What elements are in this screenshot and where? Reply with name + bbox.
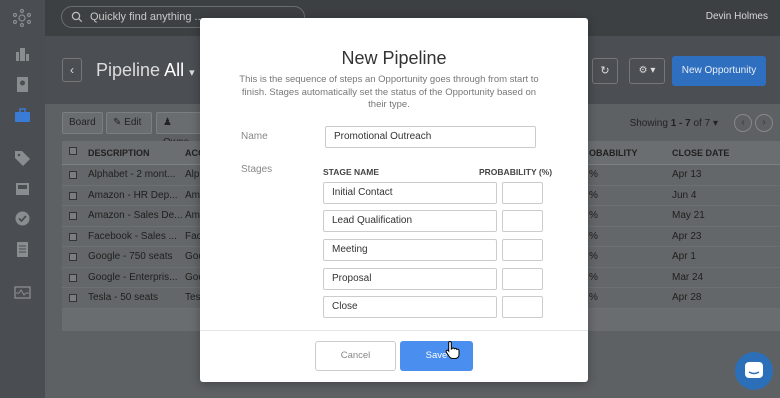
probability-header: PROBABILITY (%) (479, 167, 553, 177)
back-button[interactable]: ‹ (62, 58, 82, 82)
document-list-icon[interactable] (14, 241, 31, 258)
pagination-info: Showing 1 - 7 of 7 ▾ (629, 118, 718, 129)
row-probability: % (589, 271, 598, 283)
stage-name-header: STAGE NAME (323, 167, 380, 177)
refresh-button[interactable]: ↻ (592, 58, 618, 84)
showing-total: 7 (704, 118, 711, 129)
row-checkbox[interactable] (69, 273, 77, 282)
chevron-right-icon: › (762, 117, 766, 128)
row-probability: % (589, 251, 598, 262)
stage-name-input[interactable]: Initial Contact (323, 182, 497, 204)
chevron-down-icon: ▾ (189, 67, 195, 79)
row-checkbox[interactable] (69, 171, 77, 179)
row-probability: % (589, 210, 598, 221)
stages-label: Stages (241, 164, 273, 175)
row-checkbox[interactable] (69, 294, 77, 302)
stage-name-input[interactable]: Meeting (323, 239, 497, 261)
row-checkbox[interactable] (69, 191, 77, 200)
pencil-icon: ✎ (113, 117, 122, 128)
edit-button[interactable]: ✎ Edit (106, 112, 152, 134)
row-account[interactable]: Am (185, 190, 200, 201)
row-close-date: Apr 1 (672, 251, 696, 262)
user-icon: ♟ (163, 117, 172, 128)
new-opportunity-button[interactable]: New Opportunity (672, 56, 766, 86)
contact-card-icon[interactable] (14, 76, 31, 93)
user-name[interactable]: Devin Holmes (706, 11, 768, 22)
chat-icon (745, 362, 763, 378)
row-account[interactable]: Alp (185, 169, 199, 180)
row-close-date: Apr 13 (672, 169, 702, 180)
chevron-left-icon: ‹ (70, 63, 74, 77)
probability-input[interactable] (502, 296, 543, 318)
row-close-date: Jun 4 (672, 189, 697, 201)
showing-of: of (693, 118, 702, 129)
cancel-button[interactable]: Cancel (315, 341, 396, 371)
row-close-date: Mar 24 (672, 271, 704, 283)
modal-footer: Cancel Save (200, 330, 588, 382)
row-checkbox[interactable] (69, 212, 77, 220)
tag-icon[interactable] (14, 150, 31, 167)
row-close-date: Apr 23 (672, 230, 702, 242)
pipeline-selector[interactable]: Pipeline All ▾ (96, 60, 195, 81)
row-description[interactable]: Amazon - Sales De... (88, 210, 182, 221)
edit-label: Edit (124, 117, 142, 128)
modal-description: This is the sequence of steps an Opportu… (239, 74, 539, 110)
column-header[interactable]: OBABILITY (589, 148, 638, 158)
modal-title: New Pipeline (341, 48, 447, 68)
pipeline-title-value: All (164, 60, 185, 80)
activity-icon[interactable] (14, 284, 31, 301)
buildings-icon[interactable] (14, 45, 31, 62)
row-probability: % (589, 230, 598, 242)
row-checkbox[interactable] (69, 232, 77, 241)
settings-button[interactable]: ⚙ ▾ (629, 58, 665, 84)
row-description[interactable]: Tesla - 50 seats (88, 292, 158, 303)
prev-page-button[interactable]: ‹ (734, 114, 752, 132)
new-pipeline-modal: New Pipeline This is the sequence of ste… (200, 18, 588, 382)
column-header[interactable]: DESCRIPTION (88, 148, 150, 158)
inbox-icon[interactable] (14, 180, 31, 197)
row-checkbox[interactable] (69, 253, 77, 261)
select-all-checkbox[interactable] (69, 147, 77, 155)
probability-input[interactable] (502, 268, 543, 290)
row-close-date: Apr 28 (672, 292, 702, 303)
row-account[interactable]: Am (185, 210, 200, 221)
pipeline-title-prefix: Pipeline (96, 60, 161, 80)
probability-input[interactable] (502, 210, 543, 232)
showing-range: 1 - 7 (670, 118, 691, 129)
column-header[interactable]: CLOSE DATE (672, 148, 729, 158)
sidebar (0, 0, 45, 398)
row-description[interactable]: Alphabet - 2 mont... (88, 169, 175, 180)
pipeline-name-input[interactable]: Promotional Outreach (325, 126, 536, 148)
board-view-button[interactable]: Board (62, 112, 103, 134)
refresh-icon: ↻ (600, 65, 610, 77)
chat-button[interactable] (735, 352, 773, 390)
gear-icon: ⚙ ▾ (638, 65, 656, 76)
chevron-left-icon: ‹ (741, 117, 745, 128)
row-probability: % (589, 169, 598, 180)
stage-name-input[interactable]: Close (323, 296, 497, 318)
stage-name-input[interactable]: Lead Qualification (323, 210, 497, 232)
owner-filter-button[interactable]: ♟ Owne (156, 112, 206, 148)
row-close-date: May 21 (672, 210, 705, 221)
row-probability: % (589, 292, 598, 303)
probability-input[interactable] (502, 182, 543, 204)
briefcase-icon[interactable] (14, 107, 31, 124)
showing-prefix: Showing (629, 118, 668, 129)
search-icon (71, 11, 83, 23)
check-circle-icon[interactable] (14, 210, 31, 227)
search-placeholder: Quickly find anything ... (90, 11, 204, 23)
logo-icon (12, 8, 32, 28)
row-probability: % (589, 189, 598, 201)
stage-name-input[interactable]: Proposal (323, 268, 497, 290)
hand-cursor-icon (445, 340, 460, 359)
save-button[interactable]: Save (400, 341, 473, 371)
row-description[interactable]: Google - 750 seats (88, 251, 173, 262)
row-description[interactable]: Amazon - HR Dep... (88, 190, 177, 201)
row-description[interactable]: Google - Enterpris... (88, 272, 177, 283)
probability-input[interactable] (502, 239, 543, 261)
next-page-button[interactable]: › (755, 114, 773, 132)
name-label: Name (241, 131, 268, 142)
row-description[interactable]: Facebook - Sales ... (88, 231, 177, 242)
